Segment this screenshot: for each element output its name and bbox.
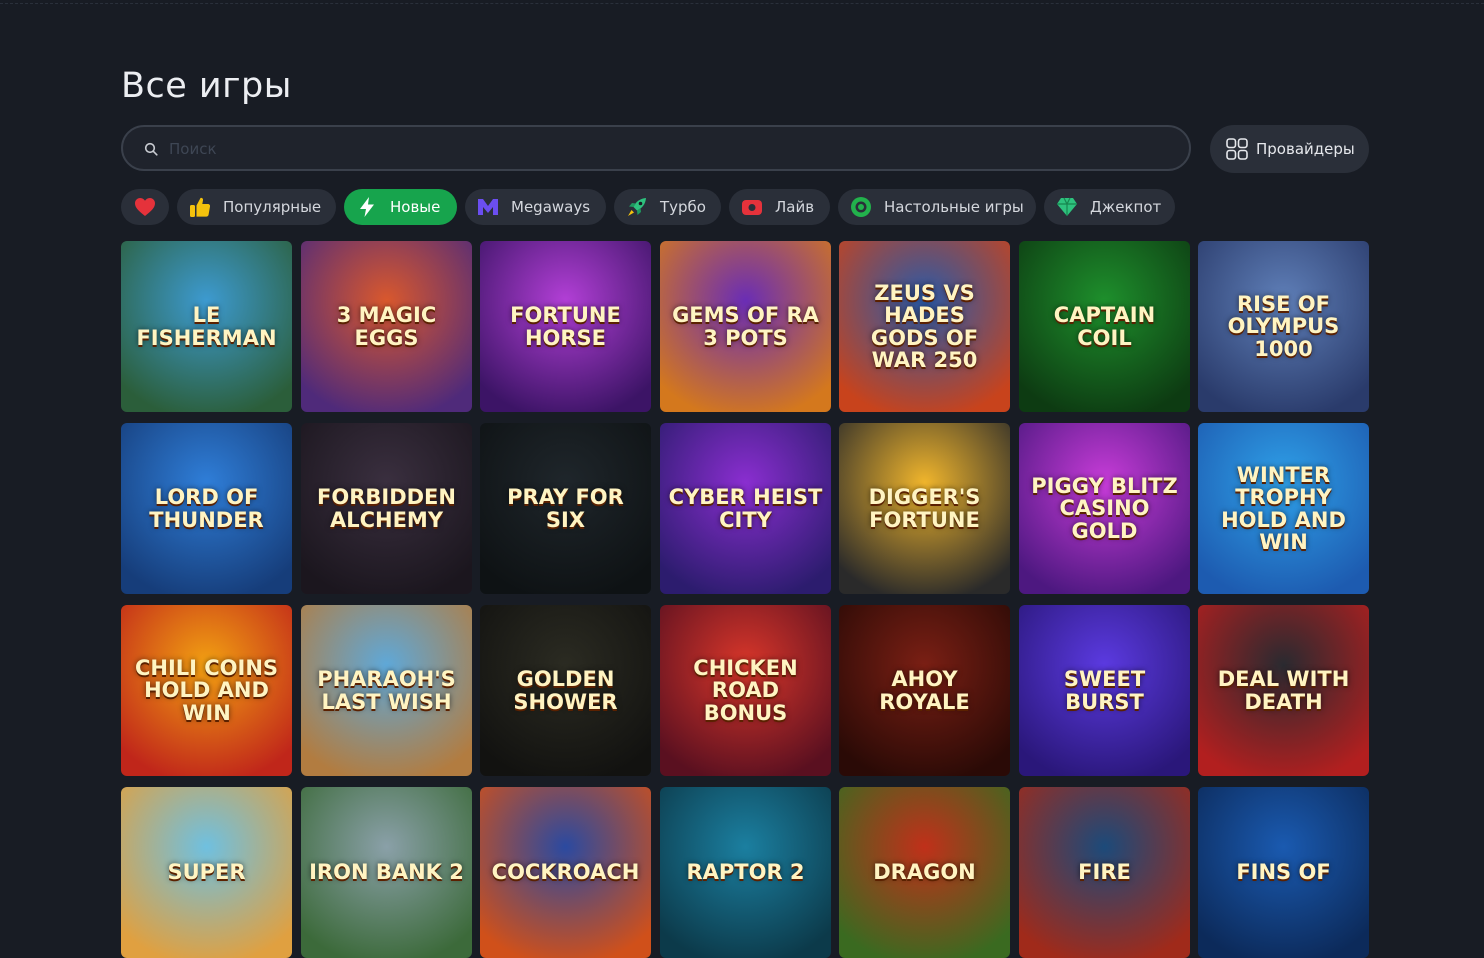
filter-megaways[interactable]: Megaways bbox=[465, 189, 606, 225]
filter-jackpot[interactable]: Джекпот bbox=[1044, 189, 1175, 225]
chip-icon bbox=[851, 197, 871, 217]
game-title: Digger's Fortune bbox=[868, 485, 981, 532]
game-title: Chicken Road Bonus bbox=[693, 656, 798, 725]
game-tile[interactable]: Sweet Burst bbox=[1019, 605, 1190, 776]
game-title: Sweet Burst bbox=[1063, 667, 1146, 714]
game-title: Fire bbox=[1078, 860, 1131, 885]
game-tile[interactable]: Cyber Heist City bbox=[660, 423, 831, 594]
game-tile[interactable]: Super bbox=[121, 787, 292, 958]
filter-live-label: Лайв bbox=[775, 198, 815, 216]
game-title: Fortune Horse bbox=[510, 303, 621, 350]
filter-megaways-label: Megaways bbox=[511, 198, 591, 216]
filter-table-games[interactable]: Настольные игры bbox=[838, 189, 1036, 225]
filter-popular[interactable]: Популярные bbox=[177, 189, 336, 225]
game-tile[interactable]: Lord of Thunder bbox=[121, 423, 292, 594]
game-tile[interactable]: Chili Coins Hold and Win bbox=[121, 605, 292, 776]
game-tile[interactable]: Captain Coil bbox=[1019, 241, 1190, 412]
filter-new-label: Новые bbox=[390, 198, 441, 216]
game-title: Dragon bbox=[873, 860, 976, 885]
game-tile[interactable]: Pharaoh's Last Wish bbox=[301, 605, 472, 776]
game-title: Winter Trophy Hold and Win bbox=[1221, 463, 1346, 554]
game-tile[interactable]: Winter Trophy Hold and Win bbox=[1198, 423, 1369, 594]
game-title: Pray for Six bbox=[507, 485, 624, 532]
game-title: 3 Magic Eggs bbox=[336, 303, 437, 350]
game-title: Captain Coil bbox=[1053, 303, 1156, 350]
filter-live[interactable]: Лайв bbox=[729, 189, 830, 225]
diamond-icon bbox=[1057, 197, 1077, 216]
live-camera-icon bbox=[742, 200, 762, 215]
search-field[interactable] bbox=[121, 125, 1191, 171]
page-title: Все игры bbox=[121, 66, 292, 106]
game-tile[interactable]: Le Fisherman bbox=[121, 241, 292, 412]
lightning-icon bbox=[360, 197, 374, 217]
game-title: Lord of Thunder bbox=[149, 485, 264, 532]
game-tile[interactable]: Fire bbox=[1019, 787, 1190, 958]
filter-favorites[interactable] bbox=[121, 189, 169, 225]
filter-jackpot-label: Джекпот bbox=[1090, 198, 1162, 216]
search-input[interactable] bbox=[167, 135, 1151, 163]
megaways-icon bbox=[478, 199, 498, 215]
game-title: Zeus vs Hades Gods of War 250 bbox=[870, 281, 979, 372]
filter-popular-label: Популярные bbox=[223, 198, 322, 216]
providers-button[interactable]: Провайдеры bbox=[1210, 125, 1369, 173]
game-title: Raptor 2 bbox=[686, 860, 805, 885]
game-title: Fins of bbox=[1236, 860, 1331, 885]
game-title: Le Fisherman bbox=[136, 303, 277, 350]
game-tile[interactable]: 3 Magic Eggs bbox=[301, 241, 472, 412]
game-tile[interactable]: Deal with Death bbox=[1198, 605, 1369, 776]
game-title: Pharaoh's Last Wish bbox=[317, 667, 456, 714]
game-tile[interactable]: Fins of bbox=[1198, 787, 1369, 958]
game-tile[interactable]: Golden Shower bbox=[480, 605, 651, 776]
game-tile[interactable]: Zeus vs Hades Gods of War 250 bbox=[839, 241, 1010, 412]
heart-icon bbox=[135, 198, 155, 216]
game-tile[interactable]: Forbidden Alchemy bbox=[301, 423, 472, 594]
game-title: Forbidden Alchemy bbox=[317, 485, 456, 532]
game-tile[interactable]: Pray for Six bbox=[480, 423, 651, 594]
game-title: Iron Bank 2 bbox=[309, 860, 464, 885]
game-tile[interactable]: Iron Bank 2 bbox=[301, 787, 472, 958]
game-tile[interactable]: Chicken Road Bonus bbox=[660, 605, 831, 776]
filter-turbo-label: Турбо bbox=[660, 198, 706, 216]
game-tile[interactable]: Cockroach bbox=[480, 787, 651, 958]
game-tile[interactable]: Dragon bbox=[839, 787, 1010, 958]
grid-icon bbox=[1226, 138, 1248, 160]
game-title: Gems of Ra 3 Pots bbox=[672, 303, 819, 350]
game-title: Super bbox=[167, 860, 246, 885]
top-divider bbox=[0, 3, 1484, 4]
game-title: Golden Shower bbox=[513, 667, 618, 714]
game-title: Chili Coins Hold and Win bbox=[134, 656, 279, 725]
filter-new[interactable]: Новые bbox=[344, 189, 457, 225]
game-title: Deal with Death bbox=[1217, 667, 1350, 714]
game-title: Cockroach bbox=[491, 860, 640, 885]
game-tile[interactable]: Digger's Fortune bbox=[839, 423, 1010, 594]
game-tile[interactable]: Ahoy Royale bbox=[839, 605, 1010, 776]
filter-turbo[interactable]: Турбо bbox=[614, 189, 721, 225]
providers-button-label: Провайдеры bbox=[1256, 140, 1355, 158]
thumbs-up-icon bbox=[190, 197, 211, 217]
game-title: Ahoy Royale bbox=[879, 667, 970, 714]
game-tile[interactable]: Gems of Ra 3 Pots bbox=[660, 241, 831, 412]
game-title: Cyber Heist City bbox=[668, 485, 823, 532]
search-icon bbox=[144, 142, 158, 156]
game-title: Piggy Blitz Casino Gold bbox=[1031, 474, 1178, 543]
filter-table-games-label: Настольные игры bbox=[884, 198, 1024, 216]
game-tile[interactable]: Rise of Olympus 1000 bbox=[1198, 241, 1369, 412]
game-title: Rise of Olympus 1000 bbox=[1227, 292, 1340, 361]
rocket-icon bbox=[628, 198, 646, 216]
game-tile[interactable]: Piggy Blitz Casino Gold bbox=[1019, 423, 1190, 594]
game-tile[interactable]: Fortune Horse bbox=[480, 241, 651, 412]
game-tile[interactable]: Raptor 2 bbox=[660, 787, 831, 958]
